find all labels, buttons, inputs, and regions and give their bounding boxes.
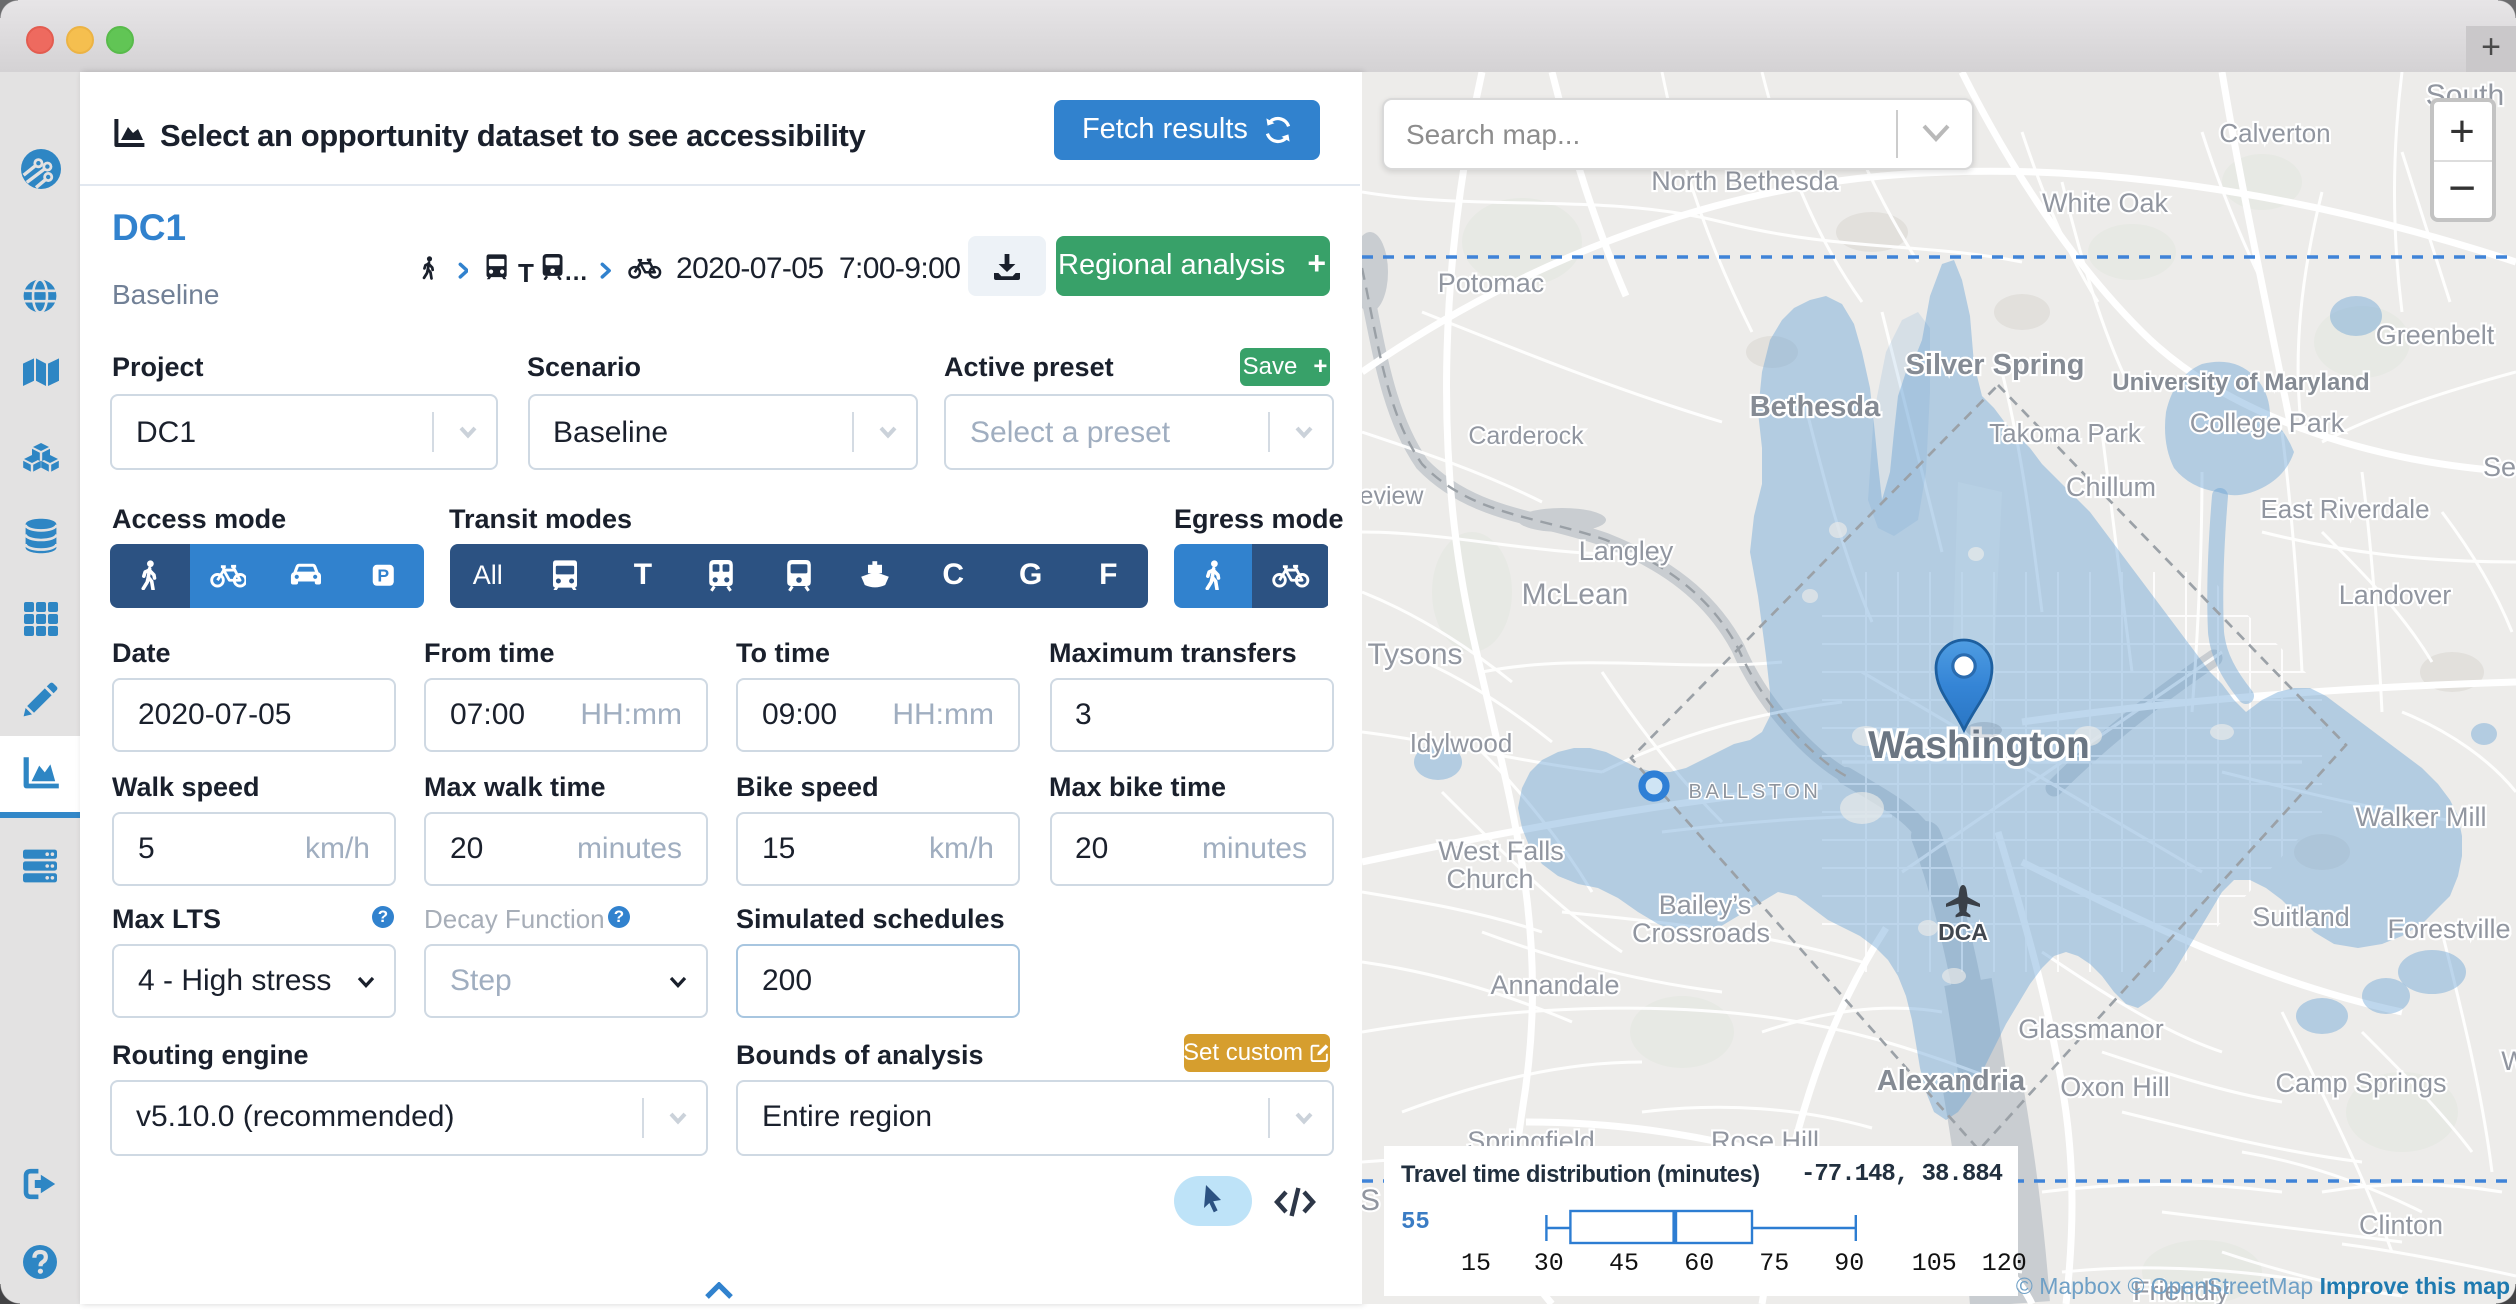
svg-text:Greenbelt: Greenbelt: [2375, 320, 2494, 350]
svg-text:Annandale: Annandale: [1489, 970, 1618, 1000]
svg-text:Takoma Park: Takoma Park: [1988, 418, 2141, 448]
svg-text:Chillum: Chillum: [2065, 472, 2155, 502]
svg-text:Crossroads: Crossroads: [1631, 918, 1769, 948]
svg-text:Glassmanor: Glassmanor: [2017, 1014, 2163, 1044]
svg-text:Camp Springs: Camp Springs: [2274, 1068, 2445, 1098]
svg-text:elleview: elleview: [1361, 482, 1423, 510]
svg-text:North Bethesda: North Bethesda: [1650, 166, 1839, 196]
svg-text:Langley: Langley: [1578, 536, 1673, 566]
svg-text:Walker Mill: Walker Mill: [2355, 802, 2486, 832]
svg-text:Bailey’s: Bailey’s: [1658, 890, 1751, 920]
svg-text:Alexandria: Alexandria: [1876, 1065, 2025, 1097]
svg-text:Silver Spring: Silver Spring: [1905, 349, 2084, 381]
svg-text:University of Maryland: University of Maryland: [2111, 369, 2368, 396]
svg-text:W: W: [2500, 1046, 2516, 1076]
svg-text:Landover: Landover: [2338, 580, 2451, 610]
svg-text:Potomac: Potomac: [1437, 268, 1544, 298]
svg-text:BALLSTON: BALLSTON: [1688, 781, 1821, 803]
svg-text:DCA: DCA: [1937, 919, 1987, 945]
svg-text:Oxon Hill: Oxon Hill: [2059, 1072, 2169, 1102]
svg-text:Sea: Sea: [2482, 452, 2516, 482]
svg-text:West Falls: West Falls: [1437, 836, 1563, 866]
svg-text:Calverton: Calverton: [2218, 118, 2329, 148]
svg-text:Carderock: Carderock: [1467, 422, 1583, 450]
svg-text:Forestville: Forestville: [2386, 914, 2509, 944]
svg-text:Clinton: Clinton: [2358, 1210, 2442, 1240]
svg-text:McLean: McLean: [1521, 578, 1628, 611]
svg-text:Church: Church: [1445, 864, 1532, 894]
svg-text:Suitland: Suitland: [2251, 902, 2349, 932]
svg-text:Tysons: Tysons: [1366, 638, 1461, 671]
svg-text:S: S: [1361, 1184, 1379, 1217]
svg-text:Idylwood: Idylwood: [1409, 728, 1512, 758]
svg-text:East Riverdale: East Riverdale: [2259, 494, 2428, 524]
svg-text:White Oak: White Oak: [2041, 188, 2168, 218]
svg-text:Bethesda: Bethesda: [1749, 391, 1880, 423]
svg-text:P: P: [378, 565, 390, 585]
svg-text:College Park: College Park: [2189, 408, 2344, 438]
